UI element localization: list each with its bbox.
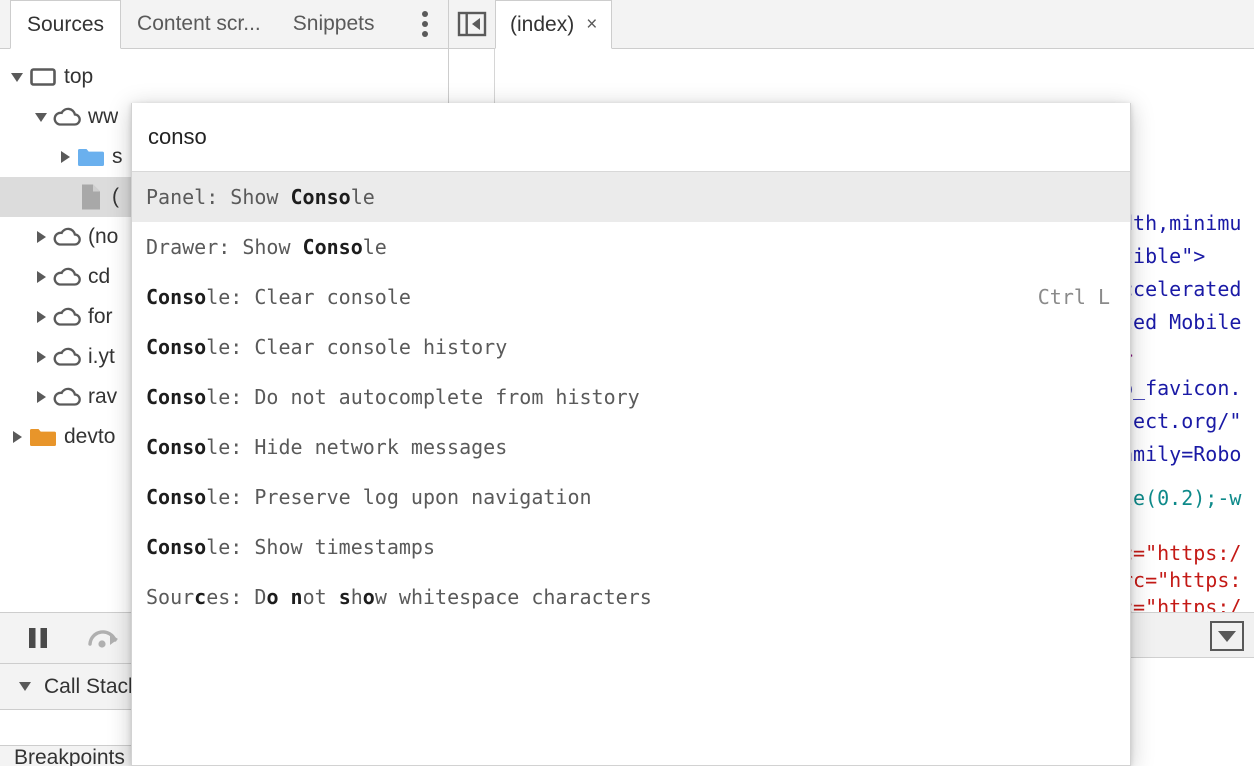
collapse-panel-button[interactable] xyxy=(449,0,495,48)
command-palette-input[interactable] xyxy=(146,123,1116,151)
tree-item-label: (no xyxy=(88,225,119,248)
cloud-icon xyxy=(52,264,82,290)
chevron-right-icon[interactable] xyxy=(30,391,52,403)
command-palette-item-label: Console: Preserve log upon navigation xyxy=(146,485,592,509)
collapse-panel-icon xyxy=(457,11,487,37)
tab-content-scripts-label: Content scr... xyxy=(137,12,261,35)
chevron-right-icon[interactable] xyxy=(30,231,52,243)
command-palette-item[interactable]: Console: Clear console Ctrl L xyxy=(132,272,1130,322)
command-palette-input-row xyxy=(132,103,1130,171)
cloud-icon xyxy=(52,104,82,130)
step-over-icon xyxy=(88,630,118,648)
devtools-window: Sources Content scr... Snippets top ww s… xyxy=(0,0,1254,766)
tree-item-label: top xyxy=(64,65,94,88)
chevron-right-icon[interactable] xyxy=(30,351,52,363)
editor-tab-index[interactable]: (index) × xyxy=(495,0,613,49)
code-fragment: ccelerated xyxy=(1121,277,1242,301)
editor-tabbar: (index) × xyxy=(449,0,1254,49)
chevron-down-icon[interactable] xyxy=(6,73,28,82)
tree-item-label: ww xyxy=(88,105,119,128)
editor-tab-label: (index) xyxy=(510,12,575,36)
more-options-button[interactable] xyxy=(402,0,448,48)
tree-item-label: s xyxy=(112,145,123,168)
chevron-down-icon[interactable] xyxy=(30,113,52,122)
tree-item-label: rav xyxy=(88,385,118,408)
tree-item-label: for xyxy=(88,305,113,328)
command-palette-item-label: Panel: Show Console xyxy=(146,185,375,209)
cloud-icon xyxy=(52,384,82,410)
command-palette-item[interactable]: Sources: Do not show whitespace characte… xyxy=(132,572,1130,622)
file-icon xyxy=(76,184,106,210)
code-fragment: tible"> xyxy=(1121,244,1206,268)
vertical-dots-icon xyxy=(422,11,428,17)
tab-sources-label: Sources xyxy=(27,12,105,36)
command-palette-item[interactable]: Console: Show timestamps xyxy=(132,522,1130,572)
command-palette-item-label: Console: Do not autocomplete from histor… xyxy=(146,385,640,409)
command-palette-results: Panel: Show Console Drawer: Show Console C… xyxy=(132,172,1130,622)
tree-item-label: devto xyxy=(64,425,116,448)
tree-item-label: cd xyxy=(88,265,111,288)
call-stack-label: Call Stack xyxy=(44,674,139,698)
code-fragment: le(0.2);-w xyxy=(1121,486,1242,510)
command-palette-item[interactable]: Drawer: Show Console xyxy=(132,222,1130,272)
tree-item-top[interactable]: top xyxy=(0,57,448,97)
command-palette-item[interactable]: Console: Preserve log upon navigation xyxy=(132,472,1130,522)
command-palette-item-label: Console: Clear console history xyxy=(146,335,508,359)
code-fragment: dth,minimu xyxy=(1121,211,1242,235)
chevron-right-icon[interactable] xyxy=(30,271,52,283)
code-fragment: ject.org/" xyxy=(1121,409,1242,433)
command-palette-item-label: Drawer: Show Console xyxy=(146,235,387,259)
command-palette-dialog: Panel: Show Console Drawer: Show Console C… xyxy=(131,103,1131,766)
navigator-tabbar: Sources Content scr... Snippets xyxy=(0,0,448,49)
chevron-down-icon[interactable] xyxy=(14,682,36,691)
cloud-icon xyxy=(52,224,82,250)
command-palette-item-label: Console: Clear console xyxy=(146,285,411,309)
chevron-right-icon[interactable] xyxy=(30,311,52,323)
chevron-right-icon[interactable] xyxy=(6,431,28,443)
pause-button[interactable] xyxy=(18,620,58,656)
tab-snippets[interactable]: Snippets xyxy=(277,0,391,48)
folder-blue-icon xyxy=(76,144,106,170)
close-icon[interactable]: × xyxy=(586,15,597,34)
command-palette-item-label: Console: Show timestamps xyxy=(146,535,435,559)
tab-snippets-label: Snippets xyxy=(292,12,375,35)
command-palette-item[interactable]: Panel: Show Console xyxy=(132,172,1130,222)
command-palette-item-shortcut: Ctrl L xyxy=(1037,285,1110,309)
command-palette-item-label: Console: Hide network messages xyxy=(146,435,508,459)
breakpoints-label: Breakpoints xyxy=(14,746,125,766)
cloud-icon xyxy=(52,344,82,370)
command-palette-item[interactable]: Console: Clear console history xyxy=(132,322,1130,372)
tab-content-scripts[interactable]: Content scr... xyxy=(121,0,277,48)
folder-orange-icon xyxy=(28,424,58,450)
code-fragment: ted Mobile xyxy=(1121,310,1242,334)
scroll-down-arrow-icon[interactable] xyxy=(1210,621,1244,651)
vertical-dots-icon xyxy=(422,21,428,27)
command-palette-item[interactable]: Console: Hide network messages xyxy=(132,422,1130,472)
vertical-dots-icon xyxy=(422,31,428,37)
pause-icon xyxy=(29,628,47,648)
tree-item-label: i.yt xyxy=(88,345,115,368)
code-fragment: amily=Robo xyxy=(1121,442,1242,466)
cloud-icon xyxy=(52,304,82,330)
tab-sources[interactable]: Sources xyxy=(10,0,122,49)
code-fragment: p_favicon. xyxy=(1121,376,1242,400)
command-palette-item-label: Sources: Do not show whitespace characte… xyxy=(146,585,652,609)
chevron-right-icon[interactable] xyxy=(54,151,76,163)
tree-item-label: ( xyxy=(112,185,119,208)
step-over-button[interactable] xyxy=(84,620,124,656)
command-palette-item[interactable]: Console: Do not autocomplete from histor… xyxy=(132,372,1130,422)
frame-icon xyxy=(28,64,58,90)
